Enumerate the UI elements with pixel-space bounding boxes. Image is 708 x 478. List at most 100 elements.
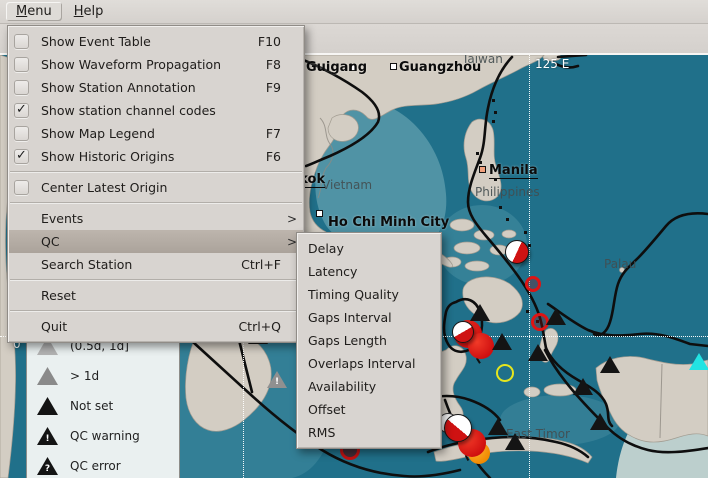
shortcut-label: F8 [266,57,281,72]
checkbox[interactable] [14,80,29,95]
menu-item-label: QC [41,234,285,249]
city-marker-guangzhou [390,63,397,70]
menu-item-show-station-channel-codes[interactable]: ✓ Show station channel codes [9,99,303,122]
shortcut-label: Ctrl+F [241,257,281,272]
qc-submenu-item-label: Latency [308,264,430,279]
submenu-arrow-icon: > [285,212,297,226]
legend-label: QC warning [70,429,140,443]
qc-submenu-item-overlaps-interval[interactable]: Overlaps Interval [298,352,440,375]
qc-submenu-item-offset[interactable]: Offset [298,398,440,421]
qc-submenu-item-label: Timing Quality [308,287,430,302]
islet-dot [524,231,527,234]
qc-submenu-item-availability[interactable]: Availability [298,375,440,398]
legend-label: Not set [70,399,113,413]
menubar-item-menu[interactable]: Menu [6,2,62,21]
menu-item-label: Reset [41,288,297,303]
legend-row: Not set [37,391,179,421]
region-label-philippines: Philippines [475,185,540,199]
menu-item-reset[interactable]: Reset [9,284,303,307]
islet-dot [528,244,531,247]
qc-submenu-item-label: Overlaps Interval [308,356,430,371]
shortcut-label: F9 [266,80,281,95]
islet-dot [479,161,482,164]
city-label-guangzhou: Guangzhou [399,60,481,75]
menubar-item-help[interactable]: Help [64,2,114,21]
station-triangle-icon: ! [37,427,58,445]
menu-separator [10,310,302,312]
meridian-label: 125 E [535,57,569,71]
legend-row: ?QC error [37,451,179,478]
qc-submenu-item-label: Availability [308,379,430,394]
islet-dot [492,120,495,123]
region-label-palau: Palau [604,257,636,271]
menu-item-search-station[interactable]: Search StationCtrl+F [9,253,303,276]
menu-item-label: Quit [41,319,238,334]
menu-item-show-station-annotation[interactable]: Show Station AnnotationF9 [9,76,303,99]
station-triangle-icon: ? [37,457,58,475]
checkbox[interactable] [14,180,29,195]
qc-submenu-item-gaps-length[interactable]: Gaps Length [298,329,440,352]
qc-submenu-item-label: Gaps Length [308,333,430,348]
menubar: MenuHelp [0,0,708,24]
menu-item-label: Center Latest Origin [41,180,297,195]
menu-item-label: Show Station Annotation [41,80,266,95]
qc-submenu-item-rms[interactable]: RMS [298,421,440,444]
menu-item-quit[interactable]: QuitCtrl+Q [9,315,303,338]
qc-submenu-item-gaps-interval[interactable]: Gaps Interval [298,306,440,329]
menu-item-qc[interactable]: QC> [9,230,303,253]
app-window: MenuHelp [0,0,708,478]
menu-item-show-map-legend[interactable]: Show Map LegendF7 [9,122,303,145]
qc-submenu-item-delay[interactable]: Delay [298,237,440,260]
qc-submenu-item-label: Gaps Interval [308,310,430,325]
city-marker-manila [479,166,486,173]
qc-submenu-item-label: Offset [308,402,430,417]
islet-dot [492,99,495,102]
islet-dot [494,178,497,181]
menu-item-label: Show Waveform Propagation [41,57,266,72]
focal-mechanism-beachball[interactable] [452,321,474,343]
menu-popup: Show Event TableF10Show Waveform Propaga… [7,25,305,343]
menu-item-center-latest-origin[interactable]: Center Latest Origin [9,176,303,199]
event-marker-ring-red[interactable] [525,276,541,292]
checkbox[interactable] [14,126,29,141]
city-marker-ho-chi-minh-city [316,210,323,217]
legend-row: ! QC warning [37,421,179,451]
menu-item-label: Show Map Legend [41,126,266,141]
event-marker-ring-red[interactable] [531,313,549,331]
checkbox-checked[interactable]: ✓ [14,103,29,118]
checkbox[interactable] [14,57,29,72]
focal-mechanism-beachball[interactable] [505,240,529,264]
shortcut-label: F7 [266,126,281,141]
menu-item-show-event-table[interactable]: Show Event TableF10 [9,30,303,53]
islet-dot [526,310,529,313]
islet-dot [476,152,479,155]
menu-item-label: Search Station [41,257,241,272]
shortcut-label: F6 [266,149,281,164]
qc-submenu-item-timing-quality[interactable]: Timing Quality [298,283,440,306]
qc-submenu-item-label: Delay [308,241,430,256]
focal-mechanism-beachball[interactable] [444,414,472,442]
islet-dot [506,218,509,221]
menu-separator [10,279,302,281]
qc-submenu-item-latency[interactable]: Latency [298,260,440,283]
checkbox-checked[interactable]: ✓ [14,149,29,164]
menu-item-events[interactable]: Events> [9,207,303,230]
islet-dot [494,111,497,114]
menu-separator [10,202,302,204]
shortcut-label: F10 [258,34,281,49]
shortcut-label: Ctrl+Q [238,319,281,334]
event-marker-ring-yellow[interactable] [496,364,514,382]
region-label-vietnam: Vietnam [322,178,372,192]
station-triangle-icon [37,397,58,415]
menu-separator [10,171,302,173]
menu-item-show-waveform-propagation[interactable]: Show Waveform PropagationF8 [9,53,303,76]
map-legend-panel: (0.5d, 1d]> 1dNot set!QC warning?QC erro… [26,326,180,478]
menu-item-label: Events [41,211,285,226]
meridian-125e-line [529,55,530,478]
menu-item-show-historic-origins[interactable]: ✓Show Historic OriginsF6 [9,145,303,168]
qc-submenu-item-label: RMS [308,425,430,440]
menu-item-label: Show station channel codes [41,103,297,118]
islet-dot [499,206,502,209]
checkbox[interactable] [14,34,29,49]
city-label-guigang: Guigang [306,60,367,75]
